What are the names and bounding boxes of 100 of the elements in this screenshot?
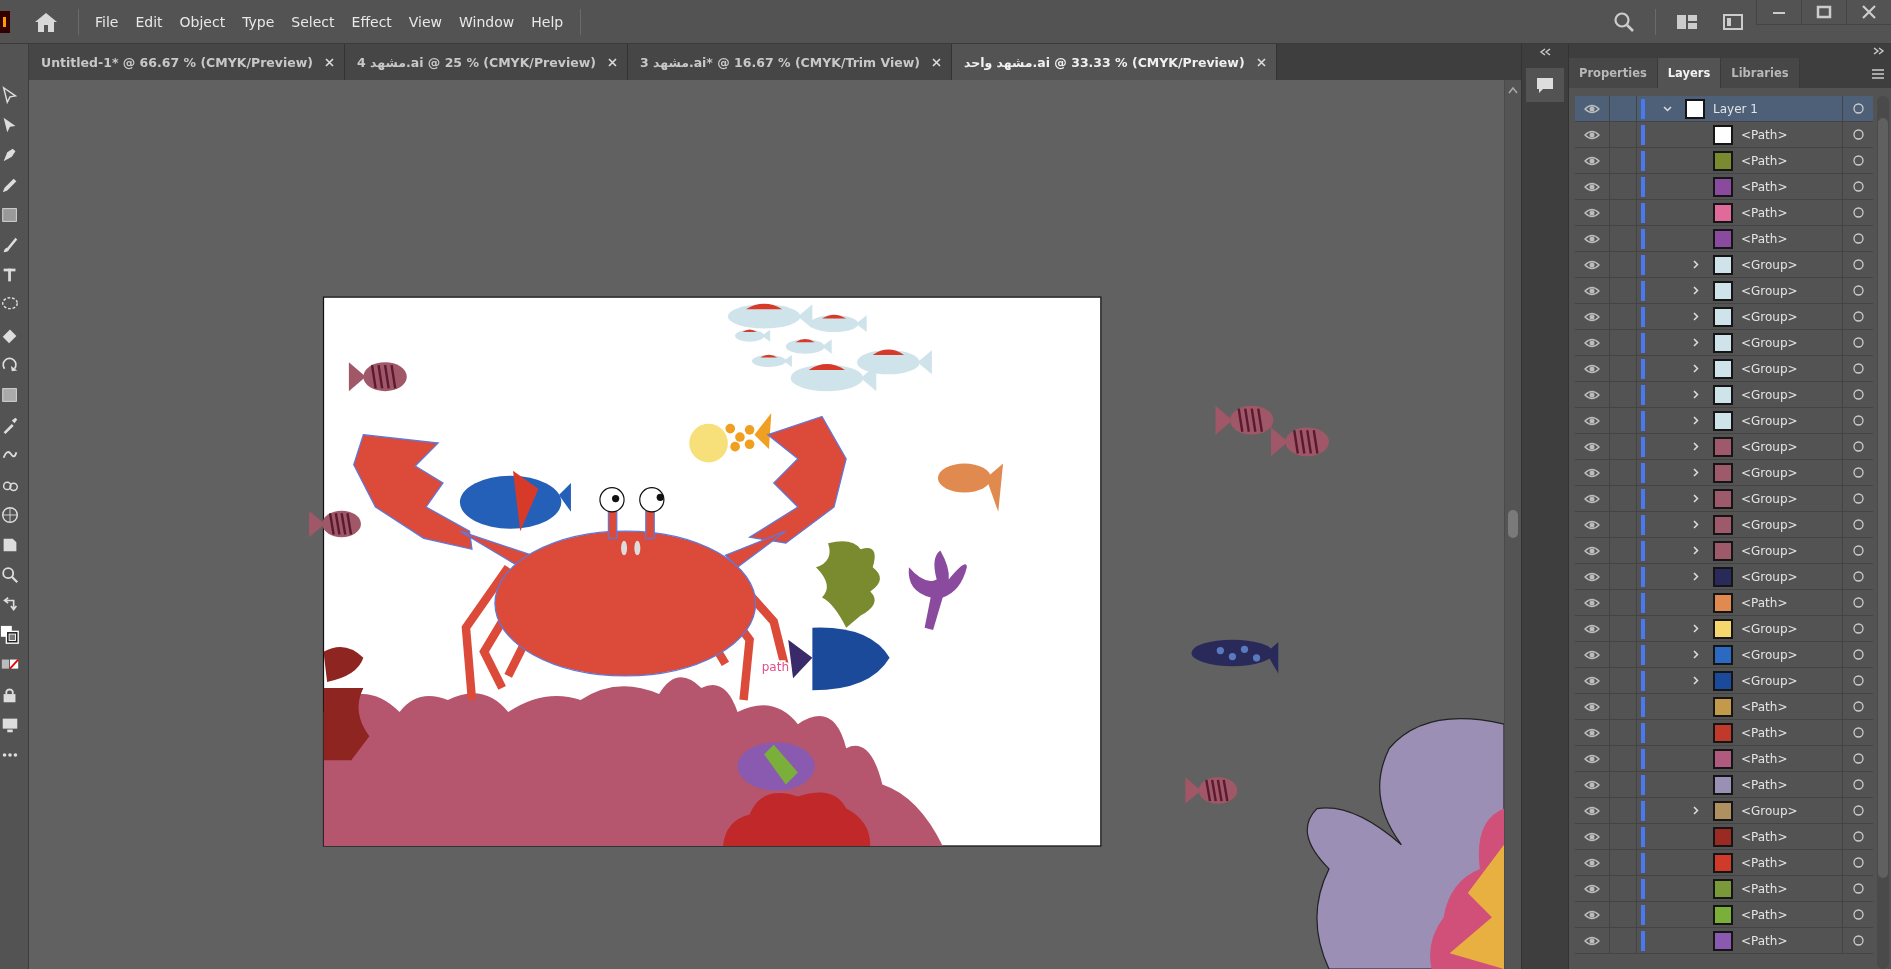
- eye-icon[interactable]: [1584, 467, 1600, 478]
- chevron-right-icon[interactable]: [1690, 442, 1700, 451]
- layer-row[interactable]: <Path>: [1575, 850, 1873, 876]
- chevron-right-icon[interactable]: [1690, 494, 1700, 503]
- target-circle-icon[interactable]: [1852, 259, 1864, 270]
- menu-item[interactable]: Effect: [343, 9, 400, 34]
- eye-icon[interactable]: [1584, 623, 1600, 634]
- target-circle-icon[interactable]: [1852, 181, 1864, 192]
- target-circle-icon[interactable]: [1852, 597, 1864, 608]
- scrollbar-thumb[interactable]: [1508, 510, 1518, 538]
- chevron-right-icon[interactable]: [1690, 468, 1700, 477]
- target-circle-icon[interactable]: [1852, 415, 1864, 426]
- chevron-right-icon[interactable]: [1690, 364, 1700, 373]
- panel-tab[interactable]: Properties: [1569, 58, 1658, 88]
- target-circle-icon[interactable]: [1852, 467, 1864, 478]
- eye-icon[interactable]: [1584, 103, 1600, 114]
- layer-row[interactable]: <Group>: [1575, 564, 1873, 590]
- chevron-right-icon[interactable]: [1690, 650, 1700, 659]
- layer-row[interactable]: <Path>: [1575, 746, 1873, 772]
- eye-icon[interactable]: [1584, 493, 1600, 504]
- eye-icon[interactable]: [1584, 909, 1600, 920]
- target-circle-icon[interactable]: [1852, 103, 1864, 114]
- layer-row[interactable]: <Path>: [1575, 772, 1873, 798]
- search-icon[interactable]: [1613, 10, 1635, 33]
- target-circle-icon[interactable]: [1852, 675, 1864, 686]
- eye-icon[interactable]: [1584, 129, 1600, 140]
- eye-icon[interactable]: [1584, 571, 1600, 582]
- chevron-right-icon[interactable]: [1690, 286, 1700, 295]
- layer-row[interactable]: <Group>: [1575, 330, 1873, 356]
- target-circle-icon[interactable]: [1852, 363, 1864, 374]
- eye-icon[interactable]: [1584, 389, 1600, 400]
- layer-row[interactable]: <Group>: [1575, 538, 1873, 564]
- layer-row[interactable]: <Group>: [1575, 616, 1873, 642]
- layer-row[interactable]: <Group>: [1575, 408, 1873, 434]
- eye-icon[interactable]: [1584, 415, 1600, 426]
- layer-row[interactable]: <Group>: [1575, 356, 1873, 382]
- layer-row[interactable]: <Path>: [1575, 200, 1873, 226]
- eye-icon[interactable]: [1584, 597, 1600, 608]
- menu-item[interactable]: File: [87, 9, 127, 34]
- panel-tab[interactable]: Libraries: [1721, 58, 1800, 88]
- layer-row[interactable]: <Group>: [1575, 252, 1873, 278]
- target-circle-icon[interactable]: [1852, 727, 1864, 738]
- chevron-right-icon[interactable]: [1690, 390, 1700, 399]
- eye-icon[interactable]: [1584, 363, 1600, 374]
- chevron-right-icon[interactable]: [1690, 624, 1700, 633]
- target-circle-icon[interactable]: [1852, 337, 1864, 348]
- eye-icon[interactable]: [1584, 207, 1600, 218]
- target-circle-icon[interactable]: [1852, 857, 1864, 868]
- target-circle-icon[interactable]: [1852, 155, 1864, 166]
- fill-stroke-icon[interactable]: [0, 624, 20, 646]
- close-icon[interactable]: [1256, 57, 1266, 67]
- document-tab[interactable]: مشهد 3.ai* @ 16.67 % (CMYK/Trim View): [627, 44, 952, 80]
- layer-row[interactable]: <Path>: [1575, 148, 1873, 174]
- layer-row[interactable]: <Path>: [1575, 720, 1873, 746]
- layer-row[interactable]: <Group>: [1575, 642, 1873, 668]
- maximize-icon[interactable]: [1814, 4, 1834, 20]
- layer-row[interactable]: <Path>: [1575, 590, 1873, 616]
- eye-icon[interactable]: [1584, 311, 1600, 322]
- eye-icon[interactable]: [1584, 181, 1600, 192]
- eye-icon[interactable]: [1584, 701, 1600, 712]
- layer-row[interactable]: <Group>: [1575, 382, 1873, 408]
- menu-item[interactable]: Help: [523, 9, 572, 34]
- eye-icon[interactable]: [1584, 753, 1600, 764]
- target-circle-icon[interactable]: [1852, 545, 1864, 556]
- menu-item[interactable]: Edit: [127, 9, 171, 34]
- target-circle-icon[interactable]: [1852, 441, 1864, 452]
- comments-button[interactable]: [1526, 68, 1564, 102]
- scroll-up-icon[interactable]: [1508, 86, 1518, 94]
- eye-icon[interactable]: [1584, 675, 1600, 686]
- chevron-down-icon[interactable]: [1662, 104, 1672, 113]
- eye-icon[interactable]: [1584, 337, 1600, 348]
- zoom-icon[interactable]: [0, 564, 20, 586]
- layer-row[interactable]: <Group>: [1575, 668, 1873, 694]
- eye-icon[interactable]: [1584, 441, 1600, 452]
- eye-icon[interactable]: [1584, 545, 1600, 556]
- menu-item[interactable]: Object: [171, 9, 234, 34]
- eye-icon[interactable]: [1584, 285, 1600, 296]
- home-icon[interactable]: [34, 10, 58, 33]
- grid-circle-icon[interactable]: [0, 504, 20, 526]
- layer-row[interactable]: <Group>: [1575, 460, 1873, 486]
- layer-row[interactable]: <Group>: [1575, 512, 1873, 538]
- menu-item[interactable]: Window: [451, 9, 523, 34]
- layer-row[interactable]: <Group>: [1575, 278, 1873, 304]
- chevron-right-icon[interactable]: [1690, 572, 1700, 581]
- eye-icon[interactable]: [1584, 259, 1600, 270]
- layer-row[interactable]: <Path>: [1575, 876, 1873, 902]
- close-icon[interactable]: [931, 57, 941, 67]
- target-circle-icon[interactable]: [1852, 753, 1864, 764]
- document-tab[interactable]: مشهد 4.ai @ 25 % (CMYK/Preview): [345, 44, 628, 80]
- eye-icon[interactable]: [1584, 155, 1600, 166]
- layer-row[interactable]: <Path>: [1575, 226, 1873, 252]
- expand-icon[interactable]: [1873, 47, 1885, 55]
- target-circle-icon[interactable]: [1852, 935, 1864, 946]
- target-circle-icon[interactable]: [1852, 493, 1864, 504]
- chevron-right-icon[interactable]: [1690, 546, 1700, 555]
- eye-icon[interactable]: [1584, 779, 1600, 790]
- chevron-right-icon[interactable]: [1690, 416, 1700, 425]
- layer-row[interactable]: <Path>: [1575, 122, 1873, 148]
- chevron-right-icon[interactable]: [1690, 676, 1700, 685]
- close-icon[interactable]: [607, 57, 617, 67]
